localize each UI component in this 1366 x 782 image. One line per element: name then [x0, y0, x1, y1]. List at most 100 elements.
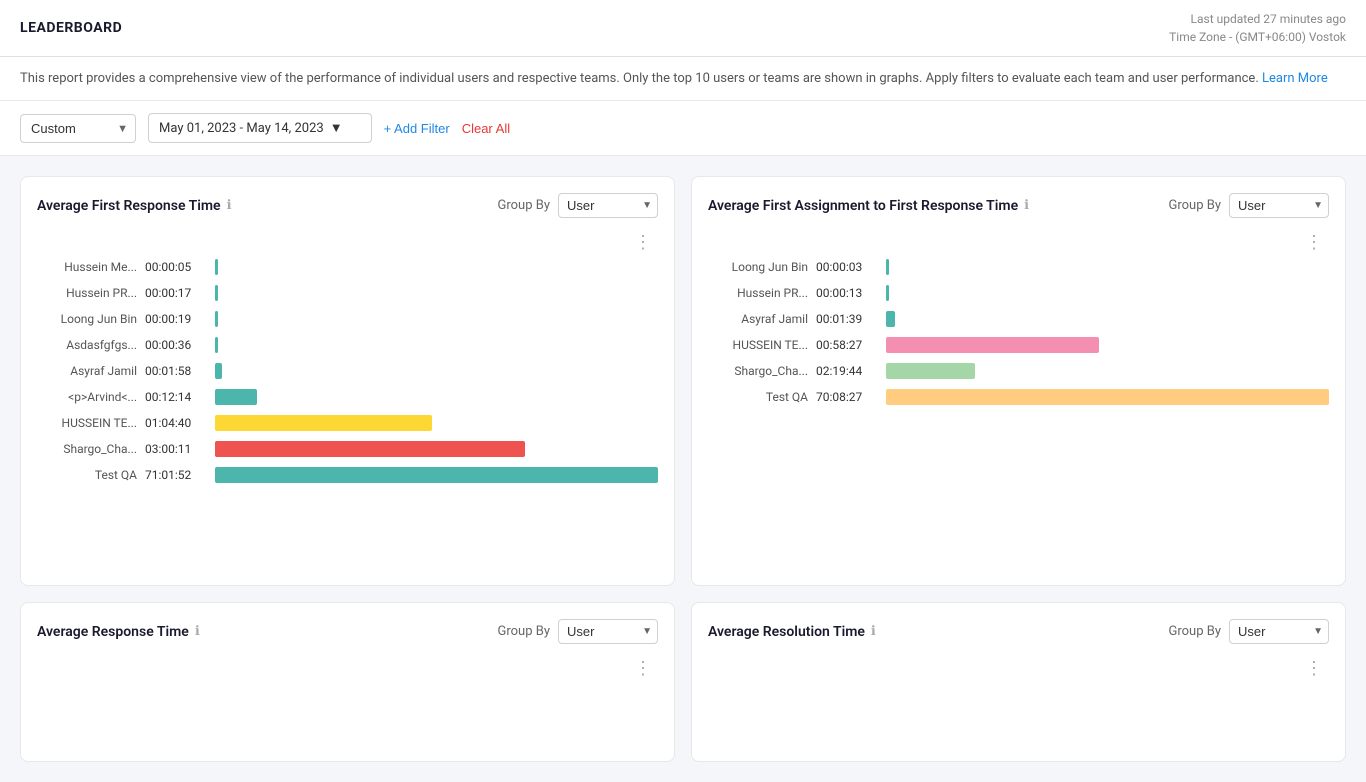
- timezone: Time Zone - (GMT+06:00) Vostok: [1169, 28, 1346, 46]
- chart3-info-icon[interactable]: ℹ: [195, 624, 200, 639]
- chart1-menu-button[interactable]: ⋮: [628, 230, 658, 255]
- bar-value: 00:00:03: [816, 260, 878, 274]
- bar-fill: [886, 389, 1329, 405]
- bar-label: Shargo_Cha...: [37, 442, 137, 456]
- bar-track: [886, 337, 1329, 353]
- chart2-group-by-select[interactable]: User Team: [1229, 193, 1329, 218]
- chart3-header: Average Response Time ℹ Group By User Te…: [37, 619, 658, 644]
- chart1-group-by-area: Group By User Team ▼: [498, 193, 659, 218]
- bar-value: 71:01:52: [145, 468, 207, 482]
- bar-fill: [886, 259, 889, 275]
- date-range-input[interactable]: May 01, 2023 - May 14, 2023 ▼: [148, 113, 372, 143]
- bar-value: 00:00:17: [145, 286, 207, 300]
- chart3-group-by-label: Group By: [498, 624, 551, 639]
- chart4-info-icon[interactable]: ℹ: [871, 624, 876, 639]
- bar-track: [886, 389, 1329, 405]
- date-type-select[interactable]: Custom Today Yesterday Last 7 Days Last …: [20, 114, 136, 143]
- chart3-title: Average Response Time: [37, 624, 189, 640]
- bar-label: Loong Jun Bin: [37, 312, 137, 326]
- chart1-group-by-wrapper: User Team ▼: [558, 193, 658, 218]
- bar-track: [215, 415, 658, 431]
- chart3-group-by-area: Group By User Team ▼: [498, 619, 659, 644]
- chart4-title-area: Average Resolution Time ℹ: [708, 624, 876, 640]
- bar-fill: [215, 467, 658, 483]
- bar-track: [215, 259, 658, 275]
- bar-fill: [215, 415, 432, 431]
- bar-fill: [886, 337, 1099, 353]
- chart3-title-area: Average Response Time ℹ: [37, 624, 200, 640]
- chart2-title-area: Average First Assignment to First Respon…: [708, 198, 1029, 214]
- chart3-menu-button[interactable]: ⋮: [628, 656, 658, 681]
- bar-label: Asyraf Jamil: [37, 364, 137, 378]
- chart3-group-by-select[interactable]: User Team: [558, 619, 658, 644]
- bar-value: 00:00:36: [145, 338, 207, 352]
- chart2-header: Average First Assignment to First Respon…: [708, 193, 1329, 218]
- chart-card-avg-first-assignment: Average First Assignment to First Respon…: [691, 176, 1346, 586]
- add-filter-button[interactable]: + Add Filter: [384, 121, 450, 136]
- bar-fill: [215, 337, 218, 353]
- chart1-title-area: Average First Response Time ℹ: [37, 198, 232, 214]
- table-row: HUSSEIN TE...00:58:27: [708, 337, 1329, 353]
- bar-track: [215, 441, 658, 457]
- bar-fill: [215, 259, 218, 275]
- chart1-header: Average First Response Time ℹ Group By U…: [37, 193, 658, 218]
- table-row: Shargo_Cha...03:00:11: [37, 441, 658, 457]
- bar-track: [215, 311, 658, 327]
- chart1-area: Hussein Me...00:00:05Hussein PR...00:00:…: [37, 259, 658, 569]
- chart1-info-icon[interactable]: ℹ: [227, 198, 232, 213]
- chart-card-avg-first-response: Average First Response Time ℹ Group By U…: [20, 176, 675, 586]
- last-updated: Last updated 27 minutes ago: [1169, 10, 1346, 28]
- page-title: LEADERBOARD: [20, 20, 122, 36]
- bar-value: 01:04:40: [145, 416, 207, 430]
- table-row: Shargo_Cha...02:19:44: [708, 363, 1329, 379]
- bar-label: Test QA: [37, 468, 137, 482]
- bar-track: [886, 285, 1329, 301]
- bar-track: [215, 467, 658, 483]
- chart4-title: Average Resolution Time: [708, 624, 865, 640]
- bar-value: 70:08:27: [816, 390, 878, 404]
- table-row: Hussein PR...00:00:13: [708, 285, 1329, 301]
- bar-label: Hussein Me...: [37, 260, 137, 274]
- chart2-group-by-label: Group By: [1169, 198, 1222, 213]
- chart4-group-by-wrapper: User Team ▼: [1229, 619, 1329, 644]
- chart4-group-by-area: Group By User Team ▼: [1169, 619, 1330, 644]
- chart-card-avg-resolution: Average Resolution Time ℹ Group By User …: [691, 602, 1346, 762]
- chart2-info-icon[interactable]: ℹ: [1024, 198, 1029, 213]
- chart2-area: Loong Jun Bin 00:00:03 Hussein PR...00:00:…: [708, 259, 1329, 569]
- bar-track: [215, 389, 658, 405]
- bar-label: Test QA: [708, 390, 808, 404]
- bar-value: 00:00:19: [145, 312, 207, 326]
- header-meta: Last updated 27 minutes ago Time Zone - …: [1169, 10, 1346, 46]
- bar-label: Shargo_Cha...: [708, 364, 808, 378]
- learn-more-link[interactable]: Learn More: [1262, 71, 1328, 86]
- info-banner: This report provides a comprehensive vie…: [0, 57, 1366, 101]
- table-row: Test QA 71:01:52: [37, 467, 658, 483]
- chart4-header: Average Resolution Time ℹ Group By User …: [708, 619, 1329, 644]
- table-row: Loong Jun Bin 00:00:03: [708, 259, 1329, 275]
- header: LEADERBOARD Last updated 27 minutes ago …: [0, 0, 1366, 57]
- date-range-chevron-icon: ▼: [330, 120, 343, 136]
- bar-value: 00:00:13: [816, 286, 878, 300]
- bar-fill: [215, 389, 257, 405]
- chart2-menu-button[interactable]: ⋮: [1299, 230, 1329, 255]
- table-row: Loong Jun Bin 00:00:19: [37, 311, 658, 327]
- chart1-group-by-select[interactable]: User Team: [558, 193, 658, 218]
- bar-label: Hussein PR...: [37, 286, 137, 300]
- bar-label: HUSSEIN TE...: [708, 338, 808, 352]
- bar-label: Loong Jun Bin: [708, 260, 808, 274]
- chart3-group-by-wrapper: User Team ▼: [558, 619, 658, 644]
- clear-all-button[interactable]: Clear All: [462, 121, 510, 136]
- chart2-title: Average First Assignment to First Respon…: [708, 198, 1018, 214]
- bar-label: HUSSEIN TE...: [37, 416, 137, 430]
- chart4-group-by-select[interactable]: User Team: [1229, 619, 1329, 644]
- chart4-menu-button[interactable]: ⋮: [1299, 656, 1329, 681]
- date-range-wrapper[interactable]: May 01, 2023 - May 14, 2023 ▼: [148, 113, 372, 143]
- bar-track: [215, 337, 658, 353]
- dashboard: Average First Response Time ℹ Group By U…: [0, 156, 1366, 782]
- chart2-group-by-wrapper: User Team ▼: [1229, 193, 1329, 218]
- chart1-group-by-label: Group By: [498, 198, 551, 213]
- bar-track: [886, 363, 1329, 379]
- bar-fill: [215, 441, 525, 457]
- table-row: Asyraf Jamil00:01:58: [37, 363, 658, 379]
- table-row: <p>Arvind<...00:12:14: [37, 389, 658, 405]
